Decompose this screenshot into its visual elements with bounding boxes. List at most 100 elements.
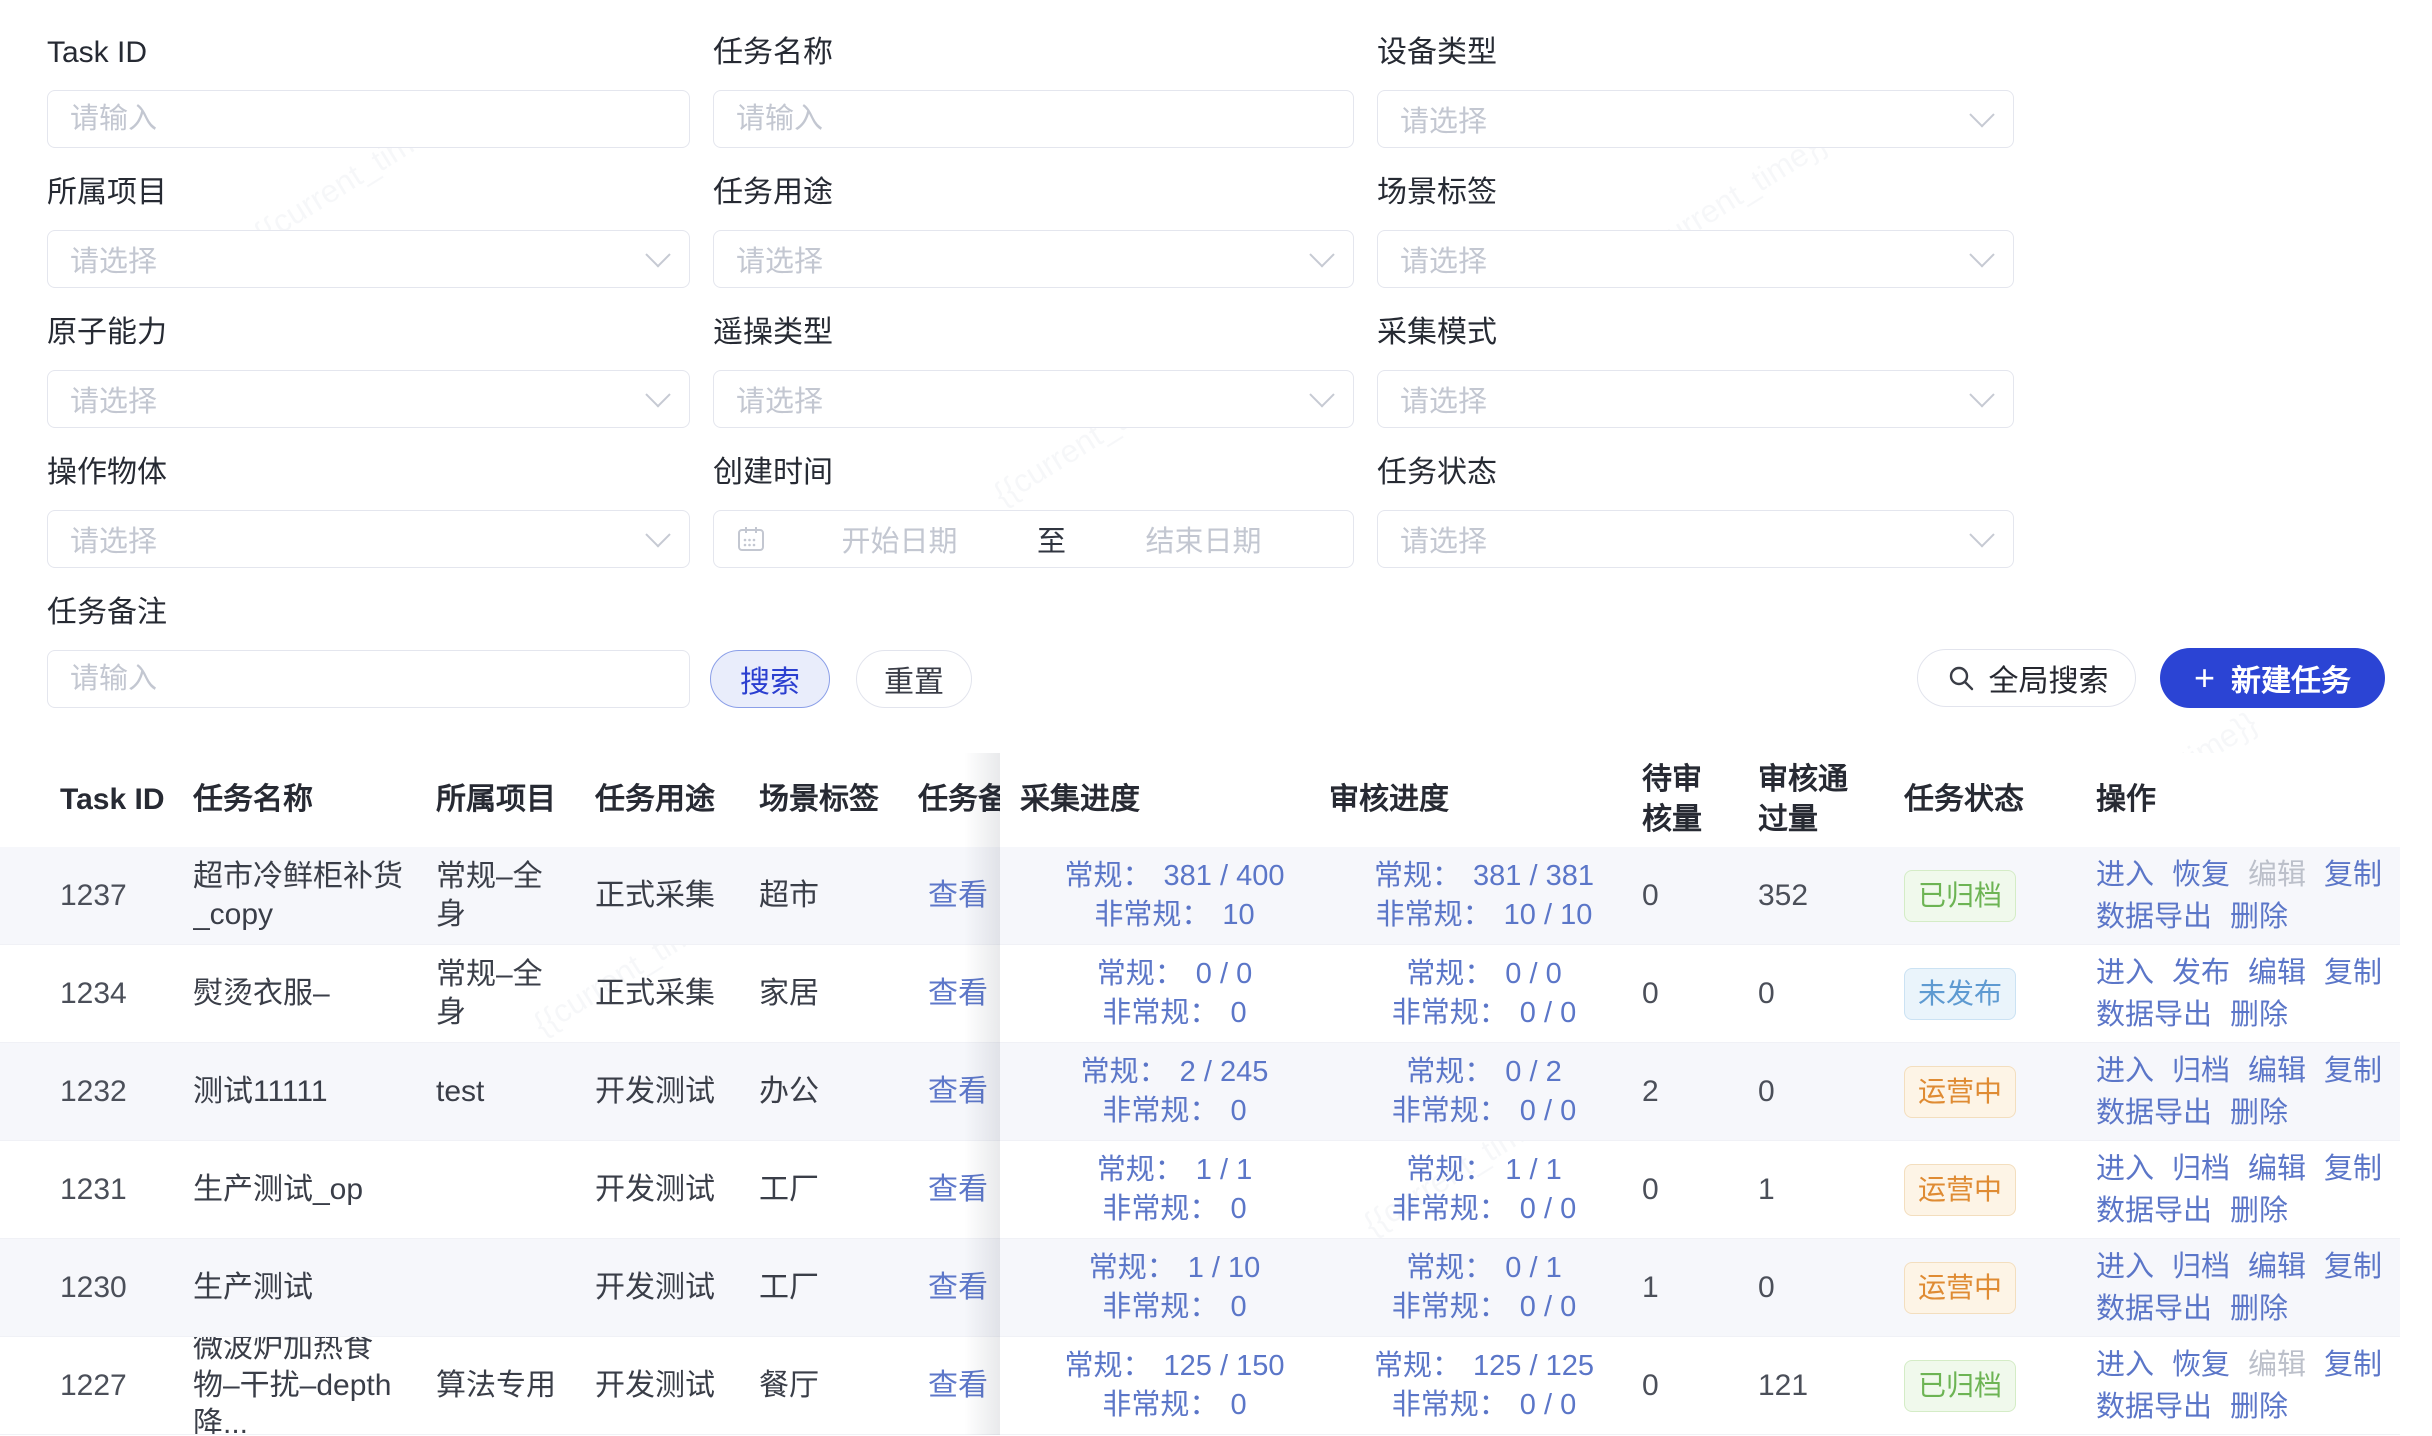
date-separator: 至 [1037, 518, 1066, 560]
task-remark-input[interactable] [70, 663, 667, 696]
view-remark-link[interactable]: 查看 [918, 1073, 988, 1111]
cell-purpose: 开发测试 [595, 1043, 759, 1140]
status-badge: 运营中 [1904, 1164, 2016, 1216]
task-management-page: { "watermark": {"text": "{{current_time}… [0, 0, 2432, 1436]
regular-value: 1 / 10 [1188, 1252, 1261, 1284]
reset-button[interactable]: 重置 [856, 650, 972, 708]
view-remark-link[interactable]: 查看 [918, 1269, 988, 1307]
chevron-down-icon [645, 242, 670, 267]
view-remark-link[interactable]: 查看 [918, 1171, 988, 1209]
cell-review-progress-irregular: 非常规：0 / 0 [1392, 1288, 1576, 1327]
global-search-button[interactable]: 全局搜索 [1917, 649, 2136, 707]
end-date-placeholder[interactable]: 结束日期 [1076, 518, 1331, 560]
action-link[interactable]: 数据导出 [2096, 1000, 2212, 1030]
cell-purpose: 正式采集 [595, 945, 759, 1042]
action-link[interactable]: 数据导出 [2096, 1098, 2212, 1128]
cell-remark: 查看 [918, 945, 1000, 1042]
action-link[interactable]: 复制 [2324, 1350, 2382, 1380]
scene-tag-placeholder: 请选择 [1400, 238, 1973, 280]
action-link[interactable]: 编辑 [2248, 1154, 2306, 1184]
action-link[interactable]: 删除 [2230, 1196, 2288, 1226]
task-name-input[interactable] [736, 103, 1331, 136]
cell-purpose: 开发测试 [595, 1141, 759, 1238]
action-link[interactable]: 删除 [2230, 902, 2288, 932]
action-link[interactable]: 进入 [2096, 958, 2154, 988]
action-links: 进入归档编辑复制数据导出删除 [2096, 1056, 2400, 1128]
start-date-placeholder[interactable]: 开始日期 [772, 518, 1027, 560]
atomic-ability-select[interactable]: 请选择 [47, 370, 690, 428]
cell-status: 未发布 [1904, 945, 2082, 1042]
action-link[interactable]: 删除 [2230, 1392, 2288, 1422]
action-link[interactable]: 复制 [2324, 1056, 2382, 1086]
regular-value: 1 / 1 [1196, 1154, 1252, 1186]
new-task-button[interactable]: + 新建任务 [2160, 648, 2385, 708]
view-remark-link[interactable]: 查看 [918, 975, 988, 1013]
cell-remark: 查看 [918, 847, 1000, 944]
action-link[interactable]: 数据导出 [2096, 902, 2212, 932]
action-link[interactable]: 编辑 [2248, 958, 2306, 988]
cell-review-progress-regular: 常规：1 / 1 [1406, 1151, 1561, 1190]
cell-task-id: 1234 [0, 945, 193, 1042]
col-header-collect-progress: 采集进度 [1000, 753, 1329, 847]
action-link[interactable]: 进入 [2096, 1154, 2154, 1184]
action-link[interactable]: 删除 [2230, 1000, 2288, 1030]
action-link[interactable]: 复制 [2324, 860, 2382, 890]
operate-object-select[interactable]: 请选择 [47, 510, 690, 568]
col-header-scene: 场景标签 [759, 753, 918, 847]
action-link[interactable]: 复制 [2324, 1252, 2382, 1282]
action-link[interactable]: 发布 [2172, 958, 2230, 988]
cell-review-progress-irregular: 非常规：0 / 0 [1392, 994, 1576, 1033]
action-link[interactable]: 归档 [2172, 1252, 2230, 1282]
project-placeholder: 请选择 [70, 238, 649, 280]
chevron-down-icon [645, 522, 670, 547]
project-select[interactable]: 请选择 [47, 230, 690, 288]
teleop-type-select[interactable]: 请选择 [713, 370, 1354, 428]
action-link[interactable]: 进入 [2096, 860, 2154, 890]
cell-scene: 工厂 [759, 1239, 918, 1336]
action-link[interactable]: 编辑 [2248, 1056, 2306, 1086]
action-link[interactable]: 数据导出 [2096, 1392, 2212, 1422]
cell-review-progress: 常规：381 / 381非常规：10 / 10 [1329, 847, 1639, 944]
action-link[interactable]: 归档 [2172, 1056, 2230, 1086]
action-link[interactable]: 恢复 [2172, 1350, 2230, 1380]
action-link[interactable]: 数据导出 [2096, 1294, 2212, 1324]
col-header-status: 任务状态 [1904, 753, 2082, 847]
task-status-select[interactable]: 请选择 [1377, 510, 2014, 568]
action-link[interactable]: 恢复 [2172, 860, 2230, 890]
action-link[interactable]: 归档 [2172, 1154, 2230, 1184]
scene-tag-select[interactable]: 请选择 [1377, 230, 2014, 288]
cell-pending-count: 0 [1639, 1141, 1744, 1238]
cell-task-name: 微波炉加热食物–干扰–depth降... [193, 1337, 436, 1434]
action-link[interactable]: 编辑 [2248, 1252, 2306, 1282]
device-type-select[interactable]: 请选择 [1377, 90, 2014, 148]
cell-collect-progress: 常规：1 / 1非常规：0 [1000, 1141, 1329, 1238]
action-link[interactable]: 数据导出 [2096, 1196, 2212, 1226]
action-link[interactable]: 进入 [2096, 1252, 2154, 1282]
task-id-input[interactable] [70, 103, 667, 136]
view-remark-link[interactable]: 查看 [918, 1367, 988, 1405]
regular-value: 2 / 245 [1180, 1056, 1269, 1088]
action-link[interactable]: 进入 [2096, 1056, 2154, 1086]
table-header-row: Task ID 任务名称 所属项目 任务用途 场景标签 任务备注 采集进度 审核… [0, 753, 2400, 847]
cell-collect-progress-irregular: 非常规：0 [1102, 994, 1246, 1033]
col-header-name: 任务名称 [193, 753, 436, 847]
action-link[interactable]: 复制 [2324, 1154, 2382, 1184]
collect-mode-select[interactable]: 请选择 [1377, 370, 2014, 428]
create-time-range-picker[interactable]: 开始日期 至 结束日期 [713, 510, 1354, 568]
action-link[interactable]: 删除 [2230, 1098, 2288, 1128]
chevron-down-icon [1969, 522, 1994, 547]
purpose-label: 任务用途 [713, 178, 1354, 208]
view-remark-link[interactable]: 查看 [918, 877, 988, 915]
irregular-value: 0 [1230, 997, 1246, 1029]
cell-scene: 餐厅 [759, 1337, 918, 1434]
action-link[interactable]: 复制 [2324, 958, 2382, 988]
cell-remark: 查看 [918, 1043, 1000, 1140]
purpose-select[interactable]: 请选择 [713, 230, 1354, 288]
irregular-label: 非常规： [1376, 899, 1492, 931]
action-link[interactable]: 进入 [2096, 1350, 2154, 1380]
collect-mode-label: 采集模式 [1377, 318, 2014, 348]
action-link[interactable]: 删除 [2230, 1294, 2288, 1324]
cell-review-progress-regular: 常规：0 / 0 [1406, 955, 1561, 994]
search-button[interactable]: 搜索 [710, 650, 830, 708]
task-name-label: 任务名称 [713, 38, 1354, 68]
